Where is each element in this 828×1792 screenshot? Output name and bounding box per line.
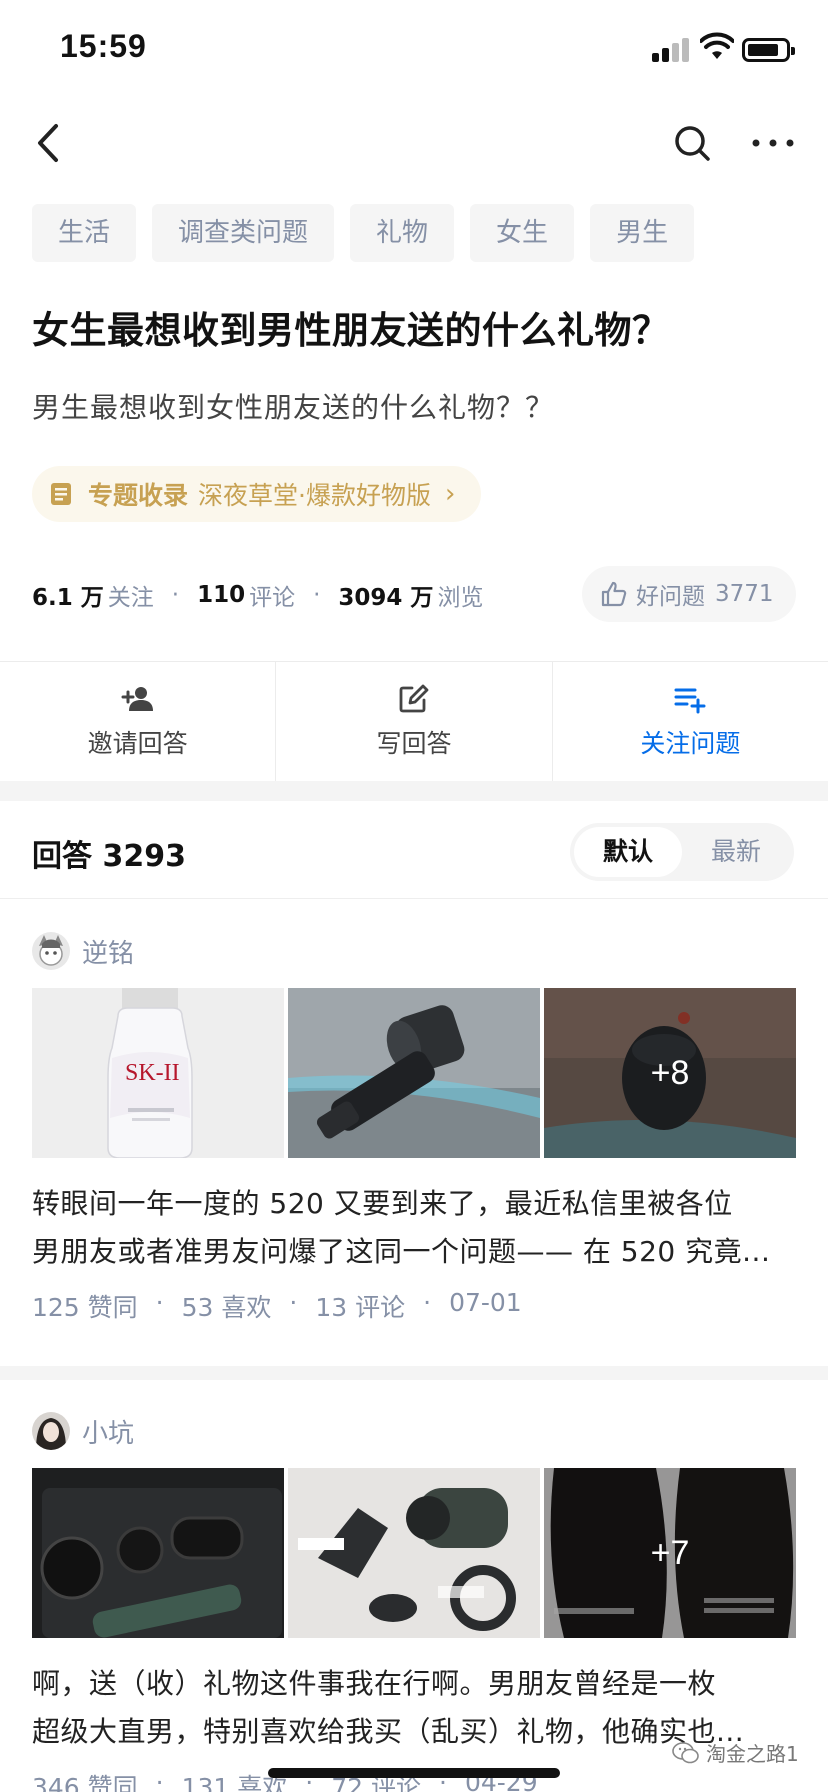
answer-image[interactable] — [288, 988, 540, 1158]
question-action-bar: 邀请回答 写回答 关注问题 — [0, 661, 828, 781]
separator-dot: · — [155, 1288, 164, 1317]
edit-icon — [399, 684, 429, 712]
add-person-icon — [121, 686, 153, 711]
followers-count: 6.1 万 — [32, 585, 104, 611]
author-name: 逆铭 — [82, 938, 135, 969]
avatar[interactable] — [32, 932, 70, 970]
cellular-signal-icon — [652, 36, 692, 62]
answer-image[interactable] — [32, 1468, 284, 1638]
sort-toggle: 默认 最新 — [570, 823, 794, 881]
topic-tag[interactable]: 女生 — [470, 204, 575, 262]
topic-tag[interactable]: 生活 — [32, 204, 137, 262]
collection-icon — [51, 483, 71, 505]
search-icon[interactable] — [670, 118, 714, 168]
avatar[interactable] — [32, 1412, 70, 1450]
follow-question-button[interactable]: 关注问题 — [553, 662, 828, 781]
vote-count: 125 赞同 — [32, 1293, 138, 1322]
followers-label: 关注 — [107, 585, 154, 611]
question-stats: 6.1 万 关注 · 110 评论 · 3094 万 浏览 — [32, 578, 483, 612]
good-question-count: 3771 — [715, 581, 774, 607]
excerpt-line: 啊，送（收）礼物这件事我在行啊。男朋友曾经是一枚 — [32, 1667, 717, 1700]
sort-latest-option[interactable]: 最新 — [682, 827, 790, 877]
invite-answer-button[interactable]: 邀请回答 — [0, 662, 277, 781]
separator-dot: · — [423, 1288, 432, 1317]
answer-image[interactable]: +8 — [544, 988, 796, 1158]
answer-card[interactable]: 小坑 +7 啊，送（收）礼物这件事我在行啊。男朋友曾经是一枚 超级大直男，特别喜… — [0, 1380, 828, 1792]
topic-tag[interactable]: 礼物 — [350, 204, 455, 262]
answers-header: 回答 3293 默认 最新 — [0, 801, 828, 899]
navigation-bar — [0, 100, 828, 190]
thumbs-up-icon — [601, 581, 627, 607]
answer-image-gallery: +7 — [32, 1468, 796, 1638]
invite-answer-label: 邀请回答 — [87, 728, 188, 758]
separator-dot: · — [313, 582, 321, 608]
question-title: 女生最想收到男性朋友送的什么礼物？ — [32, 309, 670, 352]
answer-meta: 125 赞同 · 53 喜欢 · 13 评论 · 07-01 — [32, 1288, 522, 1324]
watermark-text: 淘金之路1 — [706, 1742, 799, 1766]
svg-text:SK-II: SK-II — [125, 1060, 180, 1086]
views-label: 浏览 — [437, 585, 484, 611]
more-horizontal-icon[interactable] — [748, 118, 798, 168]
like-count: 53 喜欢 — [181, 1293, 272, 1322]
answer-image[interactable]: +7 — [544, 1468, 796, 1638]
separator-dot: · — [171, 582, 180, 608]
separator-dot: · — [155, 1768, 164, 1792]
answer-date: 07-01 — [449, 1288, 522, 1317]
comments-count: 110 — [197, 582, 246, 608]
chevron-left-icon[interactable] — [28, 118, 68, 168]
answer-image[interactable] — [288, 1468, 540, 1638]
wifi-icon — [700, 32, 734, 59]
collection-label: 专题收录 — [88, 481, 189, 510]
follow-question-label: 关注问题 — [640, 728, 741, 758]
write-answer-button[interactable]: 写回答 — [276, 662, 553, 781]
excerpt-line: 转眼间一年一度的 520 又要到来了，最近私信里被各位 — [32, 1187, 733, 1220]
vote-count: 346 赞同 — [32, 1773, 138, 1792]
collection-badge[interactable]: 专题收录 深夜草堂·爆款好物版 › — [32, 466, 482, 522]
write-answer-label: 写回答 — [376, 728, 452, 758]
good-question-label: 好问题 — [636, 584, 705, 610]
answer-author[interactable]: 逆铭 — [32, 932, 134, 970]
chevron-right-icon: › — [444, 479, 456, 509]
answers-count-title: 回答 3293 — [32, 839, 186, 874]
comments-label: 评论 — [249, 585, 296, 611]
answer-image[interactable]: SK-II — [32, 988, 284, 1158]
sort-default-option[interactable]: 默认 — [574, 827, 682, 877]
more-images-count: +7 — [544, 1468, 796, 1638]
answer-excerpt[interactable]: 转眼间一年一度的 520 又要到来了，最近私信里被各位 男朋友或者准男友问爆了这… — [32, 1180, 802, 1276]
status-time: 15:59 — [60, 28, 147, 64]
answer-card[interactable]: 逆铭 SK-II +8 转眼间一年一度的 520 又要到来了，最近私信里被各位 … — [0, 900, 828, 1360]
topic-tags: 生活 调查类问题 礼物 女生 男生 — [32, 204, 695, 262]
views-count: 3094 万 — [338, 585, 434, 611]
section-divider — [0, 1366, 828, 1380]
status-bar: 15:59 — [0, 0, 828, 100]
excerpt-line: 男朋友或者准男友问爆了这同一个问题—— 在 520 究竟... — [32, 1235, 771, 1268]
separator-dot: · — [289, 1288, 298, 1317]
answer-image-gallery: SK-II +8 — [32, 988, 796, 1158]
topic-tag[interactable]: 调查类问题 — [152, 204, 335, 262]
collection-name: 深夜草堂·爆款好物版 — [198, 481, 431, 510]
comment-count: 13 评论 — [315, 1293, 406, 1322]
author-name: 小坑 — [82, 1418, 135, 1449]
home-indicator[interactable] — [268, 1768, 560, 1778]
section-divider — [0, 781, 828, 801]
good-question-button[interactable]: 好问题 3771 — [582, 566, 796, 622]
question-detail[interactable]: 男生最想收到女性朋友送的什么礼物？？ — [32, 386, 554, 426]
battery-icon — [742, 38, 795, 62]
more-images-count: +8 — [544, 988, 796, 1158]
wechat-icon — [672, 1741, 699, 1763]
playlist-add-icon — [674, 688, 706, 713]
answer-author[interactable]: 小坑 — [32, 1412, 134, 1450]
topic-tag[interactable]: 男生 — [590, 204, 695, 262]
watermark: 淘金之路1 — [672, 1738, 799, 1767]
